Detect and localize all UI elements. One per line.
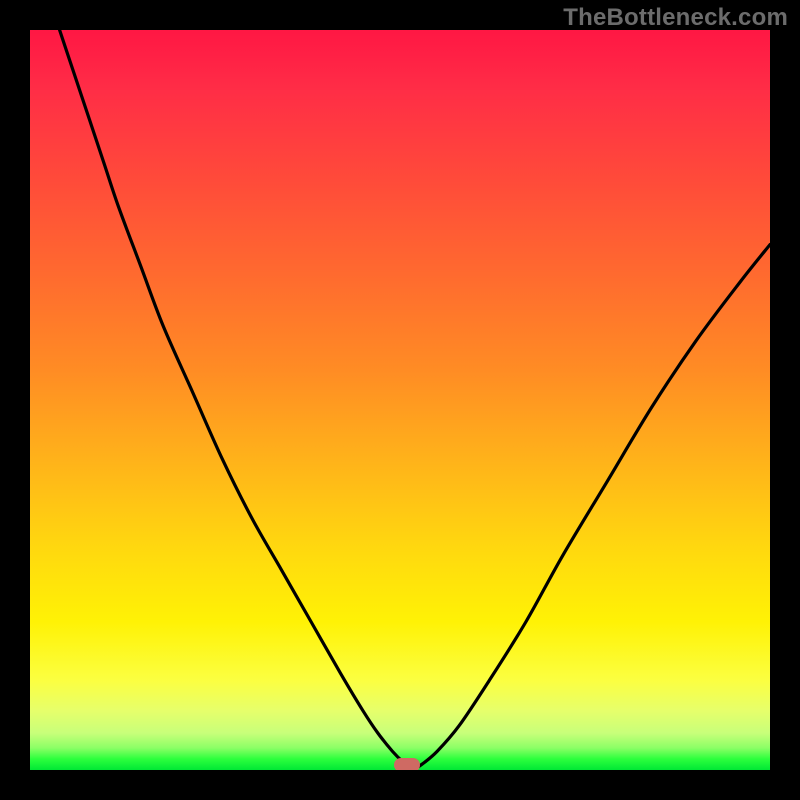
plot-area <box>30 30 770 770</box>
bottleneck-curve <box>60 30 770 769</box>
curve-layer <box>30 30 770 770</box>
watermark-text: TheBottleneck.com <box>563 4 788 32</box>
optimum-marker <box>394 758 420 770</box>
chart-frame: TheBottleneck.com <box>0 0 800 800</box>
